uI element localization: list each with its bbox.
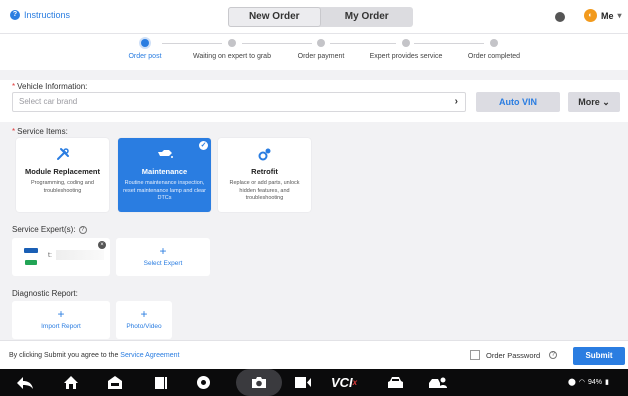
vehicle-label: * Vehicle Information: bbox=[12, 82, 88, 91]
step-dot bbox=[490, 39, 498, 47]
plus-icon: + bbox=[159, 244, 167, 258]
location-icon: ⬤ bbox=[568, 379, 576, 386]
photo-video-label: Photo/Video bbox=[126, 323, 162, 330]
user-menu[interactable]: ◐ Me ▾ bbox=[584, 9, 622, 22]
car-brand-placeholder: Select car brand bbox=[19, 97, 78, 106]
service-card-title: Retrofit bbox=[251, 167, 278, 176]
gears-icon bbox=[218, 147, 311, 161]
top-bar: ? Instructions New Order My Order ◐ Me ▾ bbox=[0, 0, 628, 34]
photo-video-button[interactable]: + Photo/Video bbox=[116, 301, 172, 339]
select-expert-label: Select Expert bbox=[143, 260, 183, 267]
battery-icon: ▮ bbox=[604, 379, 609, 386]
service-card-title: Maintenance bbox=[141, 167, 188, 176]
service-experts-label: Service Expert(s):? bbox=[12, 225, 87, 234]
service-card-title: Module Replacement bbox=[24, 167, 100, 176]
remove-expert-icon[interactable]: × bbox=[98, 241, 106, 249]
submit-footer: By clicking Submit you agree to the Serv… bbox=[0, 340, 628, 369]
step-dot bbox=[317, 39, 325, 47]
select-expert-button[interactable]: + Select Expert bbox=[116, 238, 210, 276]
chevron-down-icon: ⌄ bbox=[602, 97, 610, 107]
service-card-desc: Programming, coding and troubleshooting bbox=[31, 180, 94, 194]
service-card-maintenance[interactable]: ✓ Maintenance Routine maintenance inspec… bbox=[118, 138, 211, 212]
order-progress-stepper: Order post Waiting on expert to grab Ord… bbox=[0, 34, 628, 70]
import-report-button[interactable]: + Import Report bbox=[12, 301, 110, 339]
service-card-module-replacement[interactable]: Module Replacement Programming, coding a… bbox=[16, 138, 109, 212]
tab-new-order[interactable]: New Order bbox=[228, 7, 321, 27]
expert-name-redacted bbox=[56, 250, 104, 260]
expert-card[interactable]: × t: bbox=[12, 238, 110, 276]
status-area: ⬤ ◠ 94% ▮ bbox=[568, 378, 609, 387]
service-card-desc: Routine maintenance inspection, reset ma… bbox=[123, 180, 206, 201]
wifi-icon: ◠ bbox=[578, 379, 585, 386]
chevron-right-icon: › bbox=[454, 96, 458, 107]
vci-icon[interactable]: VCI x bbox=[330, 374, 358, 391]
home-icon[interactable] bbox=[60, 374, 82, 391]
user-label: Me bbox=[601, 10, 614, 21]
plus-icon: + bbox=[140, 307, 148, 321]
battery-level: 94% bbox=[587, 378, 602, 386]
submit-button[interactable]: Submit bbox=[573, 347, 625, 365]
chat-icon[interactable] bbox=[555, 12, 565, 22]
auto-vin-button[interactable]: Auto VIN bbox=[476, 92, 560, 112]
browser-icon[interactable] bbox=[192, 374, 214, 391]
back-icon[interactable] bbox=[14, 374, 36, 391]
check-icon: ✓ bbox=[199, 141, 208, 150]
system-nav-bar: VCI x ⬤ ◠ 94% ▮ bbox=[0, 369, 628, 396]
diagnostic-report-label: Diagnostic Report: bbox=[12, 289, 78, 298]
car-icon[interactable] bbox=[384, 374, 406, 391]
service-card-desc: Replace or add parts, unlock hidden feat… bbox=[229, 180, 300, 201]
oil-can-icon bbox=[118, 147, 211, 161]
step-completed: Order completed bbox=[439, 39, 549, 60]
chevron-down-icon: ▾ bbox=[617, 11, 622, 20]
help-icon[interactable]: ? bbox=[549, 351, 558, 359]
plus-icon: + bbox=[57, 307, 65, 321]
step-dot bbox=[402, 39, 410, 47]
recent-apps-icon[interactable] bbox=[150, 374, 172, 391]
tools-icon bbox=[16, 147, 109, 161]
avatar: ◐ bbox=[584, 9, 597, 22]
vehicle-home-icon[interactable] bbox=[104, 374, 126, 391]
screen-record-icon[interactable] bbox=[292, 374, 314, 391]
agreement-text: By clicking Submit you agree to the Serv… bbox=[9, 352, 180, 359]
expert-name: t: bbox=[48, 252, 52, 259]
tab-my-order[interactable]: My Order bbox=[321, 7, 414, 27]
order-tabs: New Order My Order bbox=[228, 7, 413, 27]
instructions-label: Instructions bbox=[24, 10, 71, 20]
step-dot bbox=[228, 39, 236, 47]
service-agreement-link[interactable]: Service Agreement bbox=[120, 352, 179, 359]
order-password-label: Order Password bbox=[486, 350, 541, 360]
question-icon: ? bbox=[10, 10, 20, 20]
order-password-checkbox[interactable] bbox=[470, 350, 480, 360]
step-dot bbox=[141, 39, 149, 47]
car-brand-select[interactable]: Select car brand › bbox=[12, 92, 466, 112]
more-button[interactable]: More ⌄ bbox=[568, 92, 620, 112]
camera-icon[interactable] bbox=[248, 374, 270, 391]
service-card-retrofit[interactable]: Retrofit Replace or add parts, unlock hi… bbox=[218, 138, 311, 212]
order-password-option: Order Password ? bbox=[470, 350, 558, 360]
help-icon[interactable]: ? bbox=[78, 225, 87, 234]
service-items-label: * Service Items: bbox=[12, 127, 68, 136]
instructions-link[interactable]: ? Instructions bbox=[10, 10, 70, 20]
import-report-label: Import Report bbox=[41, 323, 81, 330]
step-label: Order completed bbox=[467, 53, 521, 60]
remote-expert-icon[interactable] bbox=[426, 374, 450, 391]
expert-avatar bbox=[24, 248, 38, 265]
